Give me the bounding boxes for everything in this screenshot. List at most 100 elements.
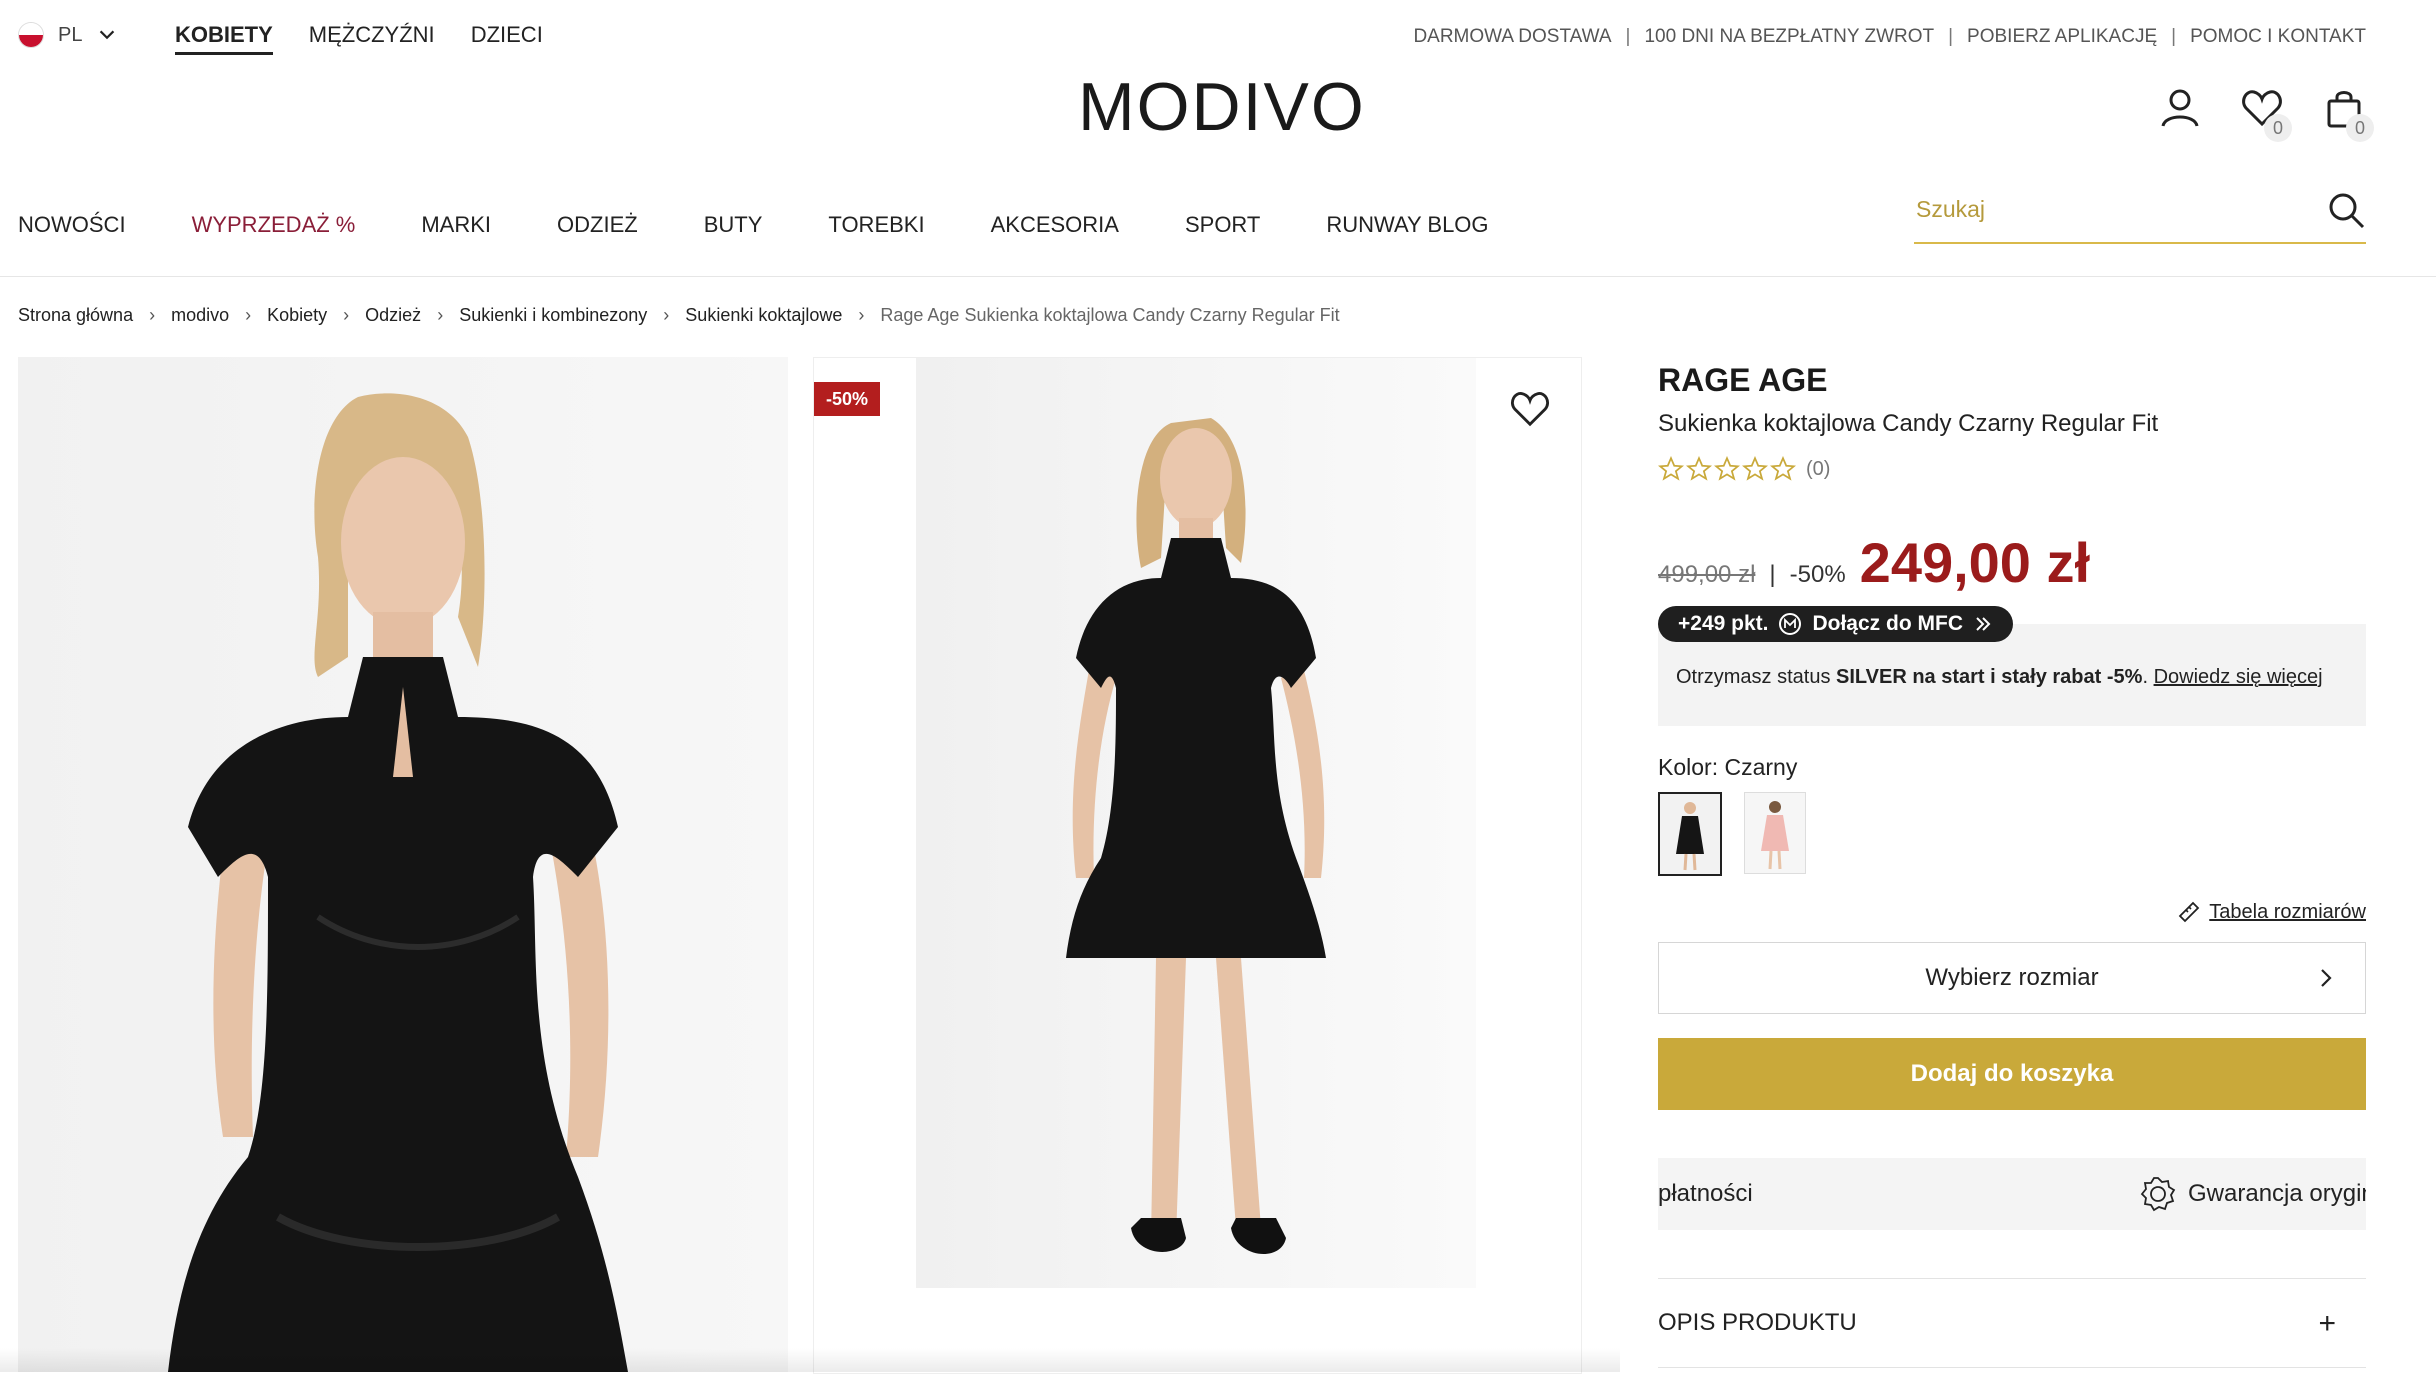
separator: | xyxy=(1948,26,1954,47)
price-separator: | xyxy=(1769,561,1776,588)
wishlist-count-badge: 0 xyxy=(2264,114,2292,142)
double-chevron-right-icon xyxy=(1976,617,1991,631)
separator: | xyxy=(2171,26,2177,47)
nav-item-sport[interactable]: SPORT xyxy=(1185,212,1260,238)
chevron-down-icon xyxy=(100,30,115,40)
nav-item-wyprzedaz[interactable]: WYPRZEDAŻ % xyxy=(192,212,356,238)
chevron-right-icon: › xyxy=(245,305,252,325)
old-price: 499,00 zł xyxy=(1658,561,1756,588)
tab-mezczyzni[interactable]: MĘŻCZYŹNI xyxy=(309,22,435,55)
pink-dress-thumbnail xyxy=(1745,793,1805,873)
nav-item-runway-blog[interactable]: RUNWAY BLOG xyxy=(1326,212,1488,238)
tab-dzieci[interactable]: DZIECI xyxy=(471,22,543,55)
search-box xyxy=(1914,188,2366,244)
mfc-points: +249 pkt. xyxy=(1678,612,1769,635)
color-swatch-pink[interactable] xyxy=(1744,792,1806,874)
ruler-icon xyxy=(2178,901,2200,923)
help-contact-link[interactable]: POMOC I KONTAKT xyxy=(2190,26,2366,48)
separator: | xyxy=(1625,26,1631,47)
model-photo-full xyxy=(1066,418,1326,1255)
star-icon xyxy=(1714,456,1740,481)
breadcrumb-item[interactable]: Kobiety xyxy=(267,305,327,326)
breadcrumb-item[interactable]: modivo xyxy=(171,305,229,326)
price-row: 499,00 zł | -50% 249,00 zł xyxy=(1658,530,2090,595)
site-logo[interactable]: MODIVO xyxy=(1078,68,1366,146)
size-table-link[interactable]: Tabela rozmiarów xyxy=(2177,900,2366,924)
main-nav: NOWOŚCI WYPRZEDAŻ % MARKI ODZIEŻ BUTY TO… xyxy=(18,212,1555,238)
add-to-cart-button[interactable]: Dodaj do koszyka xyxy=(1658,1038,2366,1110)
breadcrumb: Strona główna › modivo › Kobiety › Odzie… xyxy=(18,305,1340,326)
mfc-text-bold: SILVER na start i stały rabat -5% xyxy=(1836,666,2143,688)
star-icon xyxy=(1658,456,1684,481)
get-app-link[interactable]: POBIERZ APLIKACJĘ xyxy=(1967,26,2157,48)
mfc-info-text: Otrzymasz status SILVER na start i stały… xyxy=(1676,666,2323,689)
header-divider xyxy=(0,276,2436,277)
language-label: PL xyxy=(58,23,83,46)
photo-background xyxy=(916,358,1476,1288)
color-swatch-black[interactable] xyxy=(1658,792,1722,876)
usp-guarantee-text: Gwarancja orygin xyxy=(2188,1180,2366,1207)
search-input[interactable] xyxy=(1914,188,2298,230)
language-selector[interactable]: PL xyxy=(18,22,118,48)
breadcrumb-item[interactable]: Strona główna xyxy=(18,305,133,326)
nav-item-odziez[interactable]: ODZIEŻ xyxy=(557,212,638,238)
breadcrumb-item[interactable]: Odzież xyxy=(365,305,421,326)
mfc-join-label: Dołącz do MFC xyxy=(1812,612,1963,635)
current-price: 249,00 zł xyxy=(1859,531,2091,594)
account-button[interactable] xyxy=(2158,86,2202,130)
discount-badge: -50% xyxy=(814,382,880,416)
user-icons: 0 0 xyxy=(2158,86,2374,142)
breadcrumb-current: Rage Age Sukienka koktajlowa Candy Czarn… xyxy=(880,305,1340,325)
cart-count-badge: 0 xyxy=(2346,114,2374,142)
nav-item-marki[interactable]: MARKI xyxy=(421,212,491,238)
product-image-secondary[interactable]: -50% xyxy=(813,357,1582,1374)
nav-item-torebki[interactable]: TOREBKI xyxy=(828,212,924,238)
chevron-right-icon: › xyxy=(663,305,670,325)
usp-carousel[interactable]: płatności Gwarancja orygin xyxy=(1658,1158,2366,1230)
breadcrumb-item[interactable]: Sukienki i kombinezony xyxy=(459,305,647,326)
nav-item-akcesoria[interactable]: AKCESORIA xyxy=(991,212,1119,238)
black-dress-thumbnail xyxy=(1660,794,1720,874)
chevron-right-icon: › xyxy=(437,305,444,325)
breadcrumb-item[interactable]: Sukienki koktajlowe xyxy=(685,305,842,326)
usp-payment-text: płatności xyxy=(1658,1180,1753,1207)
description-label: OPIS PRODUKTU xyxy=(1658,1309,1857,1336)
chevron-right-icon: › xyxy=(343,305,350,325)
add-to-cart-label: Dodaj do koszyka xyxy=(1910,1060,2114,1087)
poland-flag-icon xyxy=(18,22,44,48)
star-icon xyxy=(1742,456,1768,481)
free-delivery-link[interactable]: DARMOWA DOSTAWA xyxy=(1413,26,1611,48)
gender-tabs: KOBIETY MĘŻCZYŹNI DZIECI xyxy=(175,22,543,55)
free-return-link[interactable]: 100 DNI NA BEZPŁATNY ZWROT xyxy=(1644,26,1934,48)
nav-item-buty[interactable]: BUTY xyxy=(704,212,763,238)
badge-check-icon xyxy=(2140,1177,2176,1212)
top-info-links: DARMOWA DOSTAWA | 100 DNI NA BEZPŁATNY Z… xyxy=(1413,26,2366,48)
product-brand[interactable]: RAGE AGE xyxy=(1658,362,1828,399)
bottom-shadow xyxy=(0,1348,1620,1372)
add-to-wishlist-heart-icon[interactable] xyxy=(1509,388,1551,430)
mfc-join-pill[interactable]: +249 pkt. Dołącz do MFC xyxy=(1658,606,2013,642)
select-size-button[interactable]: Wybierz rozmiar xyxy=(1658,942,2366,1014)
star-icon xyxy=(1686,456,1712,481)
product-name: Sukienka koktajlowa Candy Czarny Regular… xyxy=(1658,410,2159,437)
product-image-main[interactable] xyxy=(18,357,788,1372)
modivo-coin-icon xyxy=(1779,613,1802,635)
discount-percent: -50% xyxy=(1789,561,1846,588)
user-icon xyxy=(2161,89,2199,127)
model-photo-closeup xyxy=(168,393,628,1372)
select-size-label: Wybierz rozmiar xyxy=(1925,964,2099,991)
chevron-right-icon: › xyxy=(858,305,865,325)
mfc-learn-more-link[interactable]: Dowiedz się więcej xyxy=(2154,666,2323,688)
nav-item-nowosci[interactable]: NOWOŚCI xyxy=(18,212,126,238)
color-label: Kolor: Czarny xyxy=(1658,754,1798,780)
plus-icon: + xyxy=(2318,1307,2336,1340)
tab-kobiety[interactable]: KOBIETY xyxy=(175,22,273,55)
chevron-right-icon: › xyxy=(149,305,156,325)
mfc-text-part: Otrzymasz status xyxy=(1676,666,1837,688)
chevron-right-icon xyxy=(2321,969,2332,987)
product-description-accordion[interactable]: OPIS PRODUKTU + xyxy=(1658,1278,2366,1368)
wishlist-button[interactable]: 0 xyxy=(2240,86,2292,142)
cart-button[interactable]: 0 xyxy=(2322,86,2374,142)
search-icon[interactable] xyxy=(2326,190,2366,230)
product-rating[interactable]: (0) xyxy=(1658,456,1830,482)
